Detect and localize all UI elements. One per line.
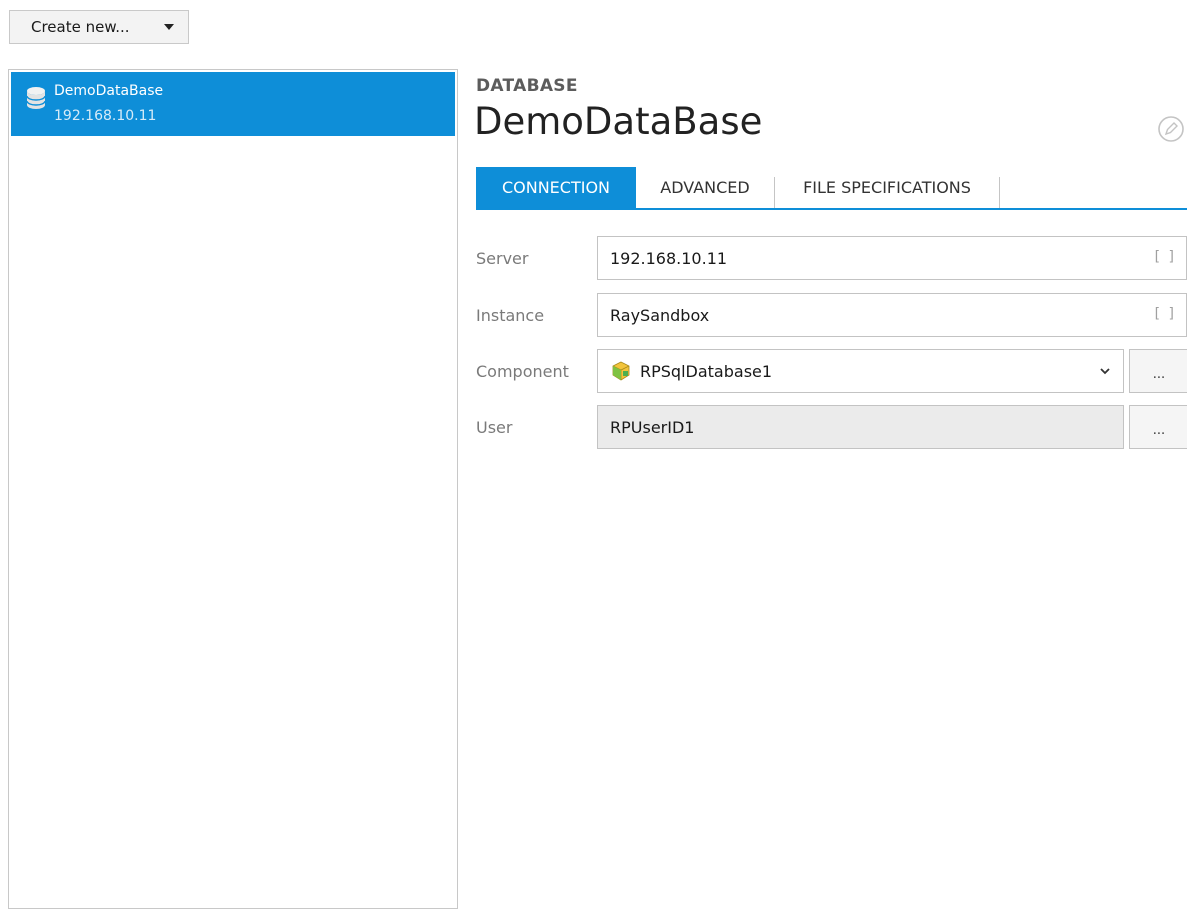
tab-advanced[interactable]: ADVANCED — [636, 167, 774, 208]
chevron-down-icon — [1100, 368, 1110, 375]
instance-input[interactable]: RaySandbox [ ] — [597, 293, 1187, 337]
instance-label: Instance — [476, 306, 545, 325]
tab-file-specifications[interactable]: FILE SPECIFICATIONS — [775, 167, 999, 208]
create-new-label: Create new... — [31, 18, 130, 36]
component-browse-button[interactable]: ... — [1129, 349, 1187, 393]
database-list-item[interactable]: DemoDataBase 192.168.10.11 — [11, 72, 455, 136]
parameter-marker[interactable]: [ ] — [1155, 249, 1176, 265]
tab-label: FILE SPECIFICATIONS — [803, 178, 971, 197]
component-value: RPSqlDatabase1 — [640, 361, 773, 381]
server-value: 192.168.10.11 — [610, 248, 728, 268]
instance-value: RaySandbox — [610, 305, 710, 325]
parameter-marker[interactable]: [ ] — [1155, 306, 1176, 322]
database-list-panel: DemoDataBase 192.168.10.11 — [8, 69, 458, 909]
database-item-address: 192.168.10.11 — [54, 108, 157, 124]
section-label: DATABASE — [476, 76, 578, 96]
tab-bar: CONNECTION ADVANCED FILE SPECIFICATIONS — [476, 167, 1187, 210]
server-label: Server — [476, 249, 529, 268]
component-label: Component — [476, 362, 569, 381]
user-label: User — [476, 418, 513, 437]
tab-label: ADVANCED — [660, 178, 750, 197]
create-new-button[interactable]: Create new... — [9, 10, 189, 44]
tab-connection[interactable]: CONNECTION — [476, 167, 636, 208]
database-item-name: DemoDataBase — [54, 83, 164, 99]
server-input[interactable]: 192.168.10.11 [ ] — [597, 236, 1187, 280]
component-select[interactable]: RPSqlDatabase1 — [597, 349, 1124, 393]
user-field[interactable]: RPUserID1 — [597, 405, 1124, 449]
database-icon — [26, 87, 46, 109]
tab-label: CONNECTION — [501, 178, 611, 197]
dropdown-caret-icon — [164, 24, 174, 30]
component-cube-icon — [612, 361, 630, 381]
tab-divider — [999, 177, 1000, 208]
user-browse-button[interactable]: ... — [1129, 405, 1187, 449]
page-title: DemoDataBase — [474, 100, 763, 143]
user-value: RPUserID1 — [610, 417, 695, 437]
edit-pencil-icon[interactable] — [1157, 115, 1185, 143]
